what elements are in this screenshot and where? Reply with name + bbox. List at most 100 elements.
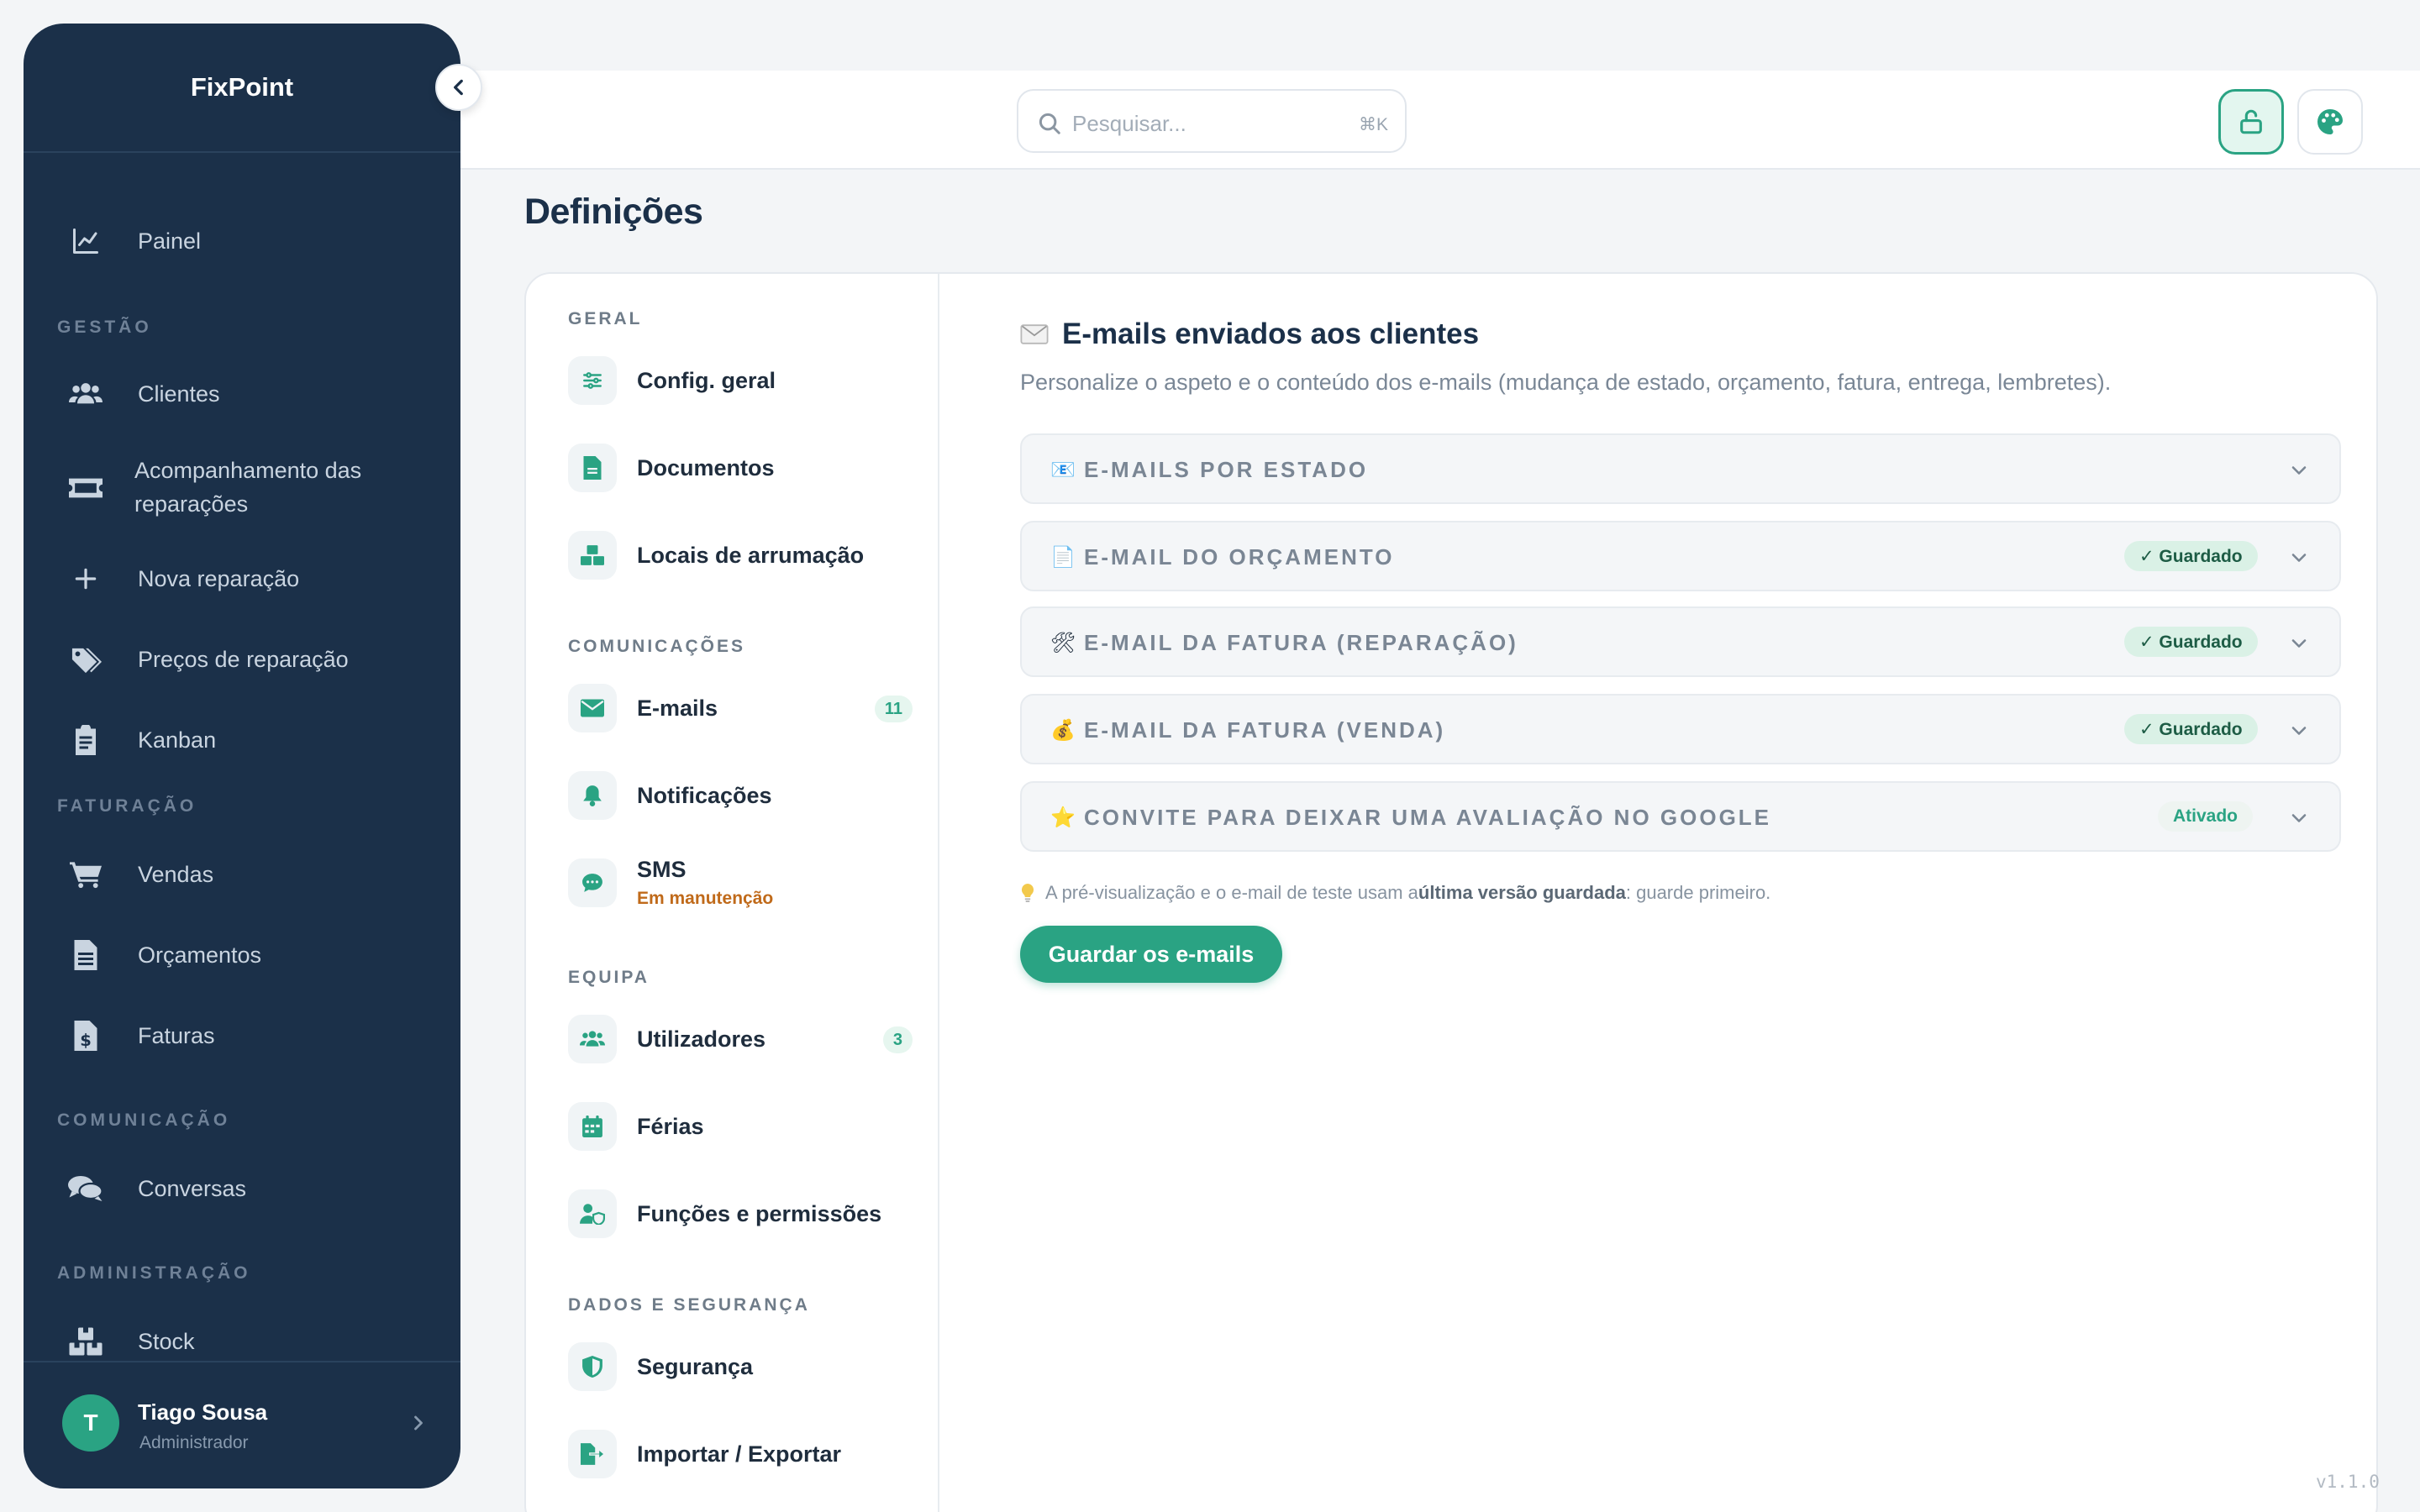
settings-item-ferias[interactable]: Férias [568,1097,921,1156]
hint-text: : guarde primeiro. [1625,882,1771,903]
users-icon [67,375,104,412]
tags-icon [67,641,104,678]
settings-item-config-geral[interactable]: Config. geral [568,351,921,410]
chart-line-icon [67,223,104,260]
chevron-down-icon [2287,546,2311,570]
user-role: Administrador [139,1433,249,1452]
sidebar-item-precos[interactable]: Preços de reparação [24,638,460,680]
sidebar-collapse-button[interactable] [435,64,482,111]
document-icon [568,444,617,492]
avatar: T [62,1394,119,1452]
save-emails-button[interactable]: Guardar os e-mails [1020,926,1282,983]
sidebar-item-faturas[interactable]: $ Faturas [24,1015,460,1057]
settings-section-geral: GERAL [568,309,643,328]
palette-icon [2315,107,2345,137]
accordion-convite-avaliacao-google[interactable]: ⭐ CONVITE PARA DEIXAR UMA AVALIAÇÃO NO G… [1020,781,2341,852]
svg-text:$: $ [80,1031,92,1050]
settings-item-sms[interactable]: SMS Em manutenção [568,853,921,912]
settings-item-label: Config. geral [637,368,776,393]
envelope-icon [1020,324,1049,344]
search-input[interactable]: Pesquisar... ⌘K [1017,89,1407,153]
user-shield-icon [568,1189,617,1238]
save-hint: A pré-visualização e o e-mail de teste u… [1020,882,1770,904]
accordion-label: E-MAIL DO ORÇAMENTO [1084,544,1395,570]
maintenance-label: Em manutenção [637,889,774,908]
email-emoji-icon: 📧 [1050,458,1076,481]
search-placeholder: Pesquisar... [1072,111,1186,136]
search-icon [1037,111,1062,136]
sidebar-item-orcamentos[interactable]: Orçamentos [24,934,460,976]
page-title: Definições [524,192,703,232]
settings-item-seguranca[interactable]: Segurança [568,1337,921,1396]
sidebar-item-acompanhamento[interactable]: Acompanhamento das reparações [24,452,460,524]
sliders-icon [568,356,617,405]
sidebar-section-comunicacao: COMUNICAÇÃO [57,1110,231,1130]
accordion-label: CONVITE PARA DEIXAR UMA AVALIAÇÃO NO GOO… [1084,805,1772,830]
hint-bold-text: última versão guardada [1418,882,1626,903]
sidebar: FixPoint Painel GESTÃO Clientes Acompanh… [24,24,460,1488]
file-export-icon [568,1430,617,1478]
clipboard-icon [67,722,104,759]
ticket-icon [67,470,104,507]
bell-icon [568,771,617,820]
sidebar-item-label: Painel [138,228,202,254]
sidebar-section-gestao: GESTÃO [57,318,152,337]
emails-count-badge: 11 [874,696,913,722]
accordion-email-fatura-reparacao[interactable]: 🛠 E-MAIL DA FATURA (REPARAÇÃO) ✓ Guardad… [1020,606,2341,677]
section-title: E-mails enviados aos clientes [1020,318,1479,351]
status-badge: ✓ Guardado [2124,714,2258,744]
sidebar-item-nova-reparacao[interactable]: Nova reparação [24,558,460,600]
settings-item-importar-exportar[interactable]: Importar / Exportar [568,1425,921,1483]
accordion-label: E-MAILS POR ESTADO [1084,457,1369,482]
sidebar-item-label: Kanban [138,727,217,753]
user-profile[interactable]: T Tiago Sousa Administrador [24,1361,460,1488]
sidebar-section-faturacao: FATURAÇÃO [57,796,197,816]
settings-section-equipa: EQUIPA [568,968,650,987]
theme-button[interactable] [2297,89,2363,155]
settings-item-label: Documentos [637,455,775,480]
settings-item-label: SMS [637,857,687,882]
chevron-down-icon [2287,806,2311,830]
settings-item-emails[interactable]: E-mails 11 [568,679,921,738]
accordion-label: E-MAIL DA FATURA (REPARAÇÃO) [1084,630,1518,655]
cart-icon [67,856,104,893]
search-shortcut: ⌘K [1358,115,1388,134]
settings-item-label: Férias [637,1114,704,1139]
unlock-icon [2237,108,2265,136]
settings-section-dados-seguranca: DADOS E SEGURANÇA [568,1295,810,1315]
sidebar-item-painel[interactable]: Painel [24,220,460,262]
sidebar-item-stock[interactable]: Stock [24,1320,460,1362]
settings-item-utilizadores[interactable]: Utilizadores 3 [568,1010,921,1068]
settings-item-locais[interactable]: Locais de arrumação [568,526,921,585]
accordion-email-orcamento[interactable]: 📄 E-MAIL DO ORÇAMENTO ✓ Guardado [1020,521,2341,591]
lock-button[interactable] [2218,89,2284,155]
sidebar-item-clientes[interactable]: Clientes [24,373,460,415]
settings-item-documentos[interactable]: Documentos [568,438,921,497]
emails-settings-panel: E-mails enviados aos clientes Personaliz… [939,274,2376,1512]
sidebar-item-kanban[interactable]: Kanban [24,719,460,761]
settings-nav: GERAL Config. geral Documentos Locais de… [526,274,939,1512]
chevron-right-icon [407,1410,430,1436]
chevron-down-icon [2287,632,2311,655]
shield-icon [568,1342,617,1391]
status-badge: ✓ Guardado [2124,627,2258,657]
accordion-email-fatura-venda[interactable]: 💰 E-MAIL DA FATURA (VENDA) ✓ Guardado [1020,694,2341,764]
sidebar-item-label: Clientes [138,381,220,407]
sidebar-item-conversas[interactable]: Conversas [24,1168,460,1210]
status-badge: Ativado [2158,801,2254,832]
sidebar-item-label: Preços de reparação [138,647,349,672]
settings-item-notificacoes[interactable]: Notificações [568,766,921,825]
settings-item-label: E-mails [637,696,718,721]
settings-item-label: Notificações [637,783,772,808]
file-invoice-dollar-icon: $ [67,1017,104,1054]
money-bag-emoji-icon: 💰 [1050,718,1076,742]
envelope-icon [568,684,617,732]
tools-emoji-icon: 🛠 [1050,631,1076,654]
sidebar-section-administracao: ADMINISTRAÇÃO [57,1263,251,1283]
sidebar-item-vendas[interactable]: Vendas [24,853,460,895]
sidebar-item-label: reparações [134,491,249,517]
user-name: Tiago Sousa [138,1399,268,1425]
accordion-label: E-MAIL DA FATURA (VENDA) [1084,717,1446,743]
settings-item-funcoes[interactable]: Funções e permissões [568,1184,921,1243]
accordion-emails-por-estado[interactable]: 📧 E-MAILS POR ESTADO [1020,433,2341,504]
